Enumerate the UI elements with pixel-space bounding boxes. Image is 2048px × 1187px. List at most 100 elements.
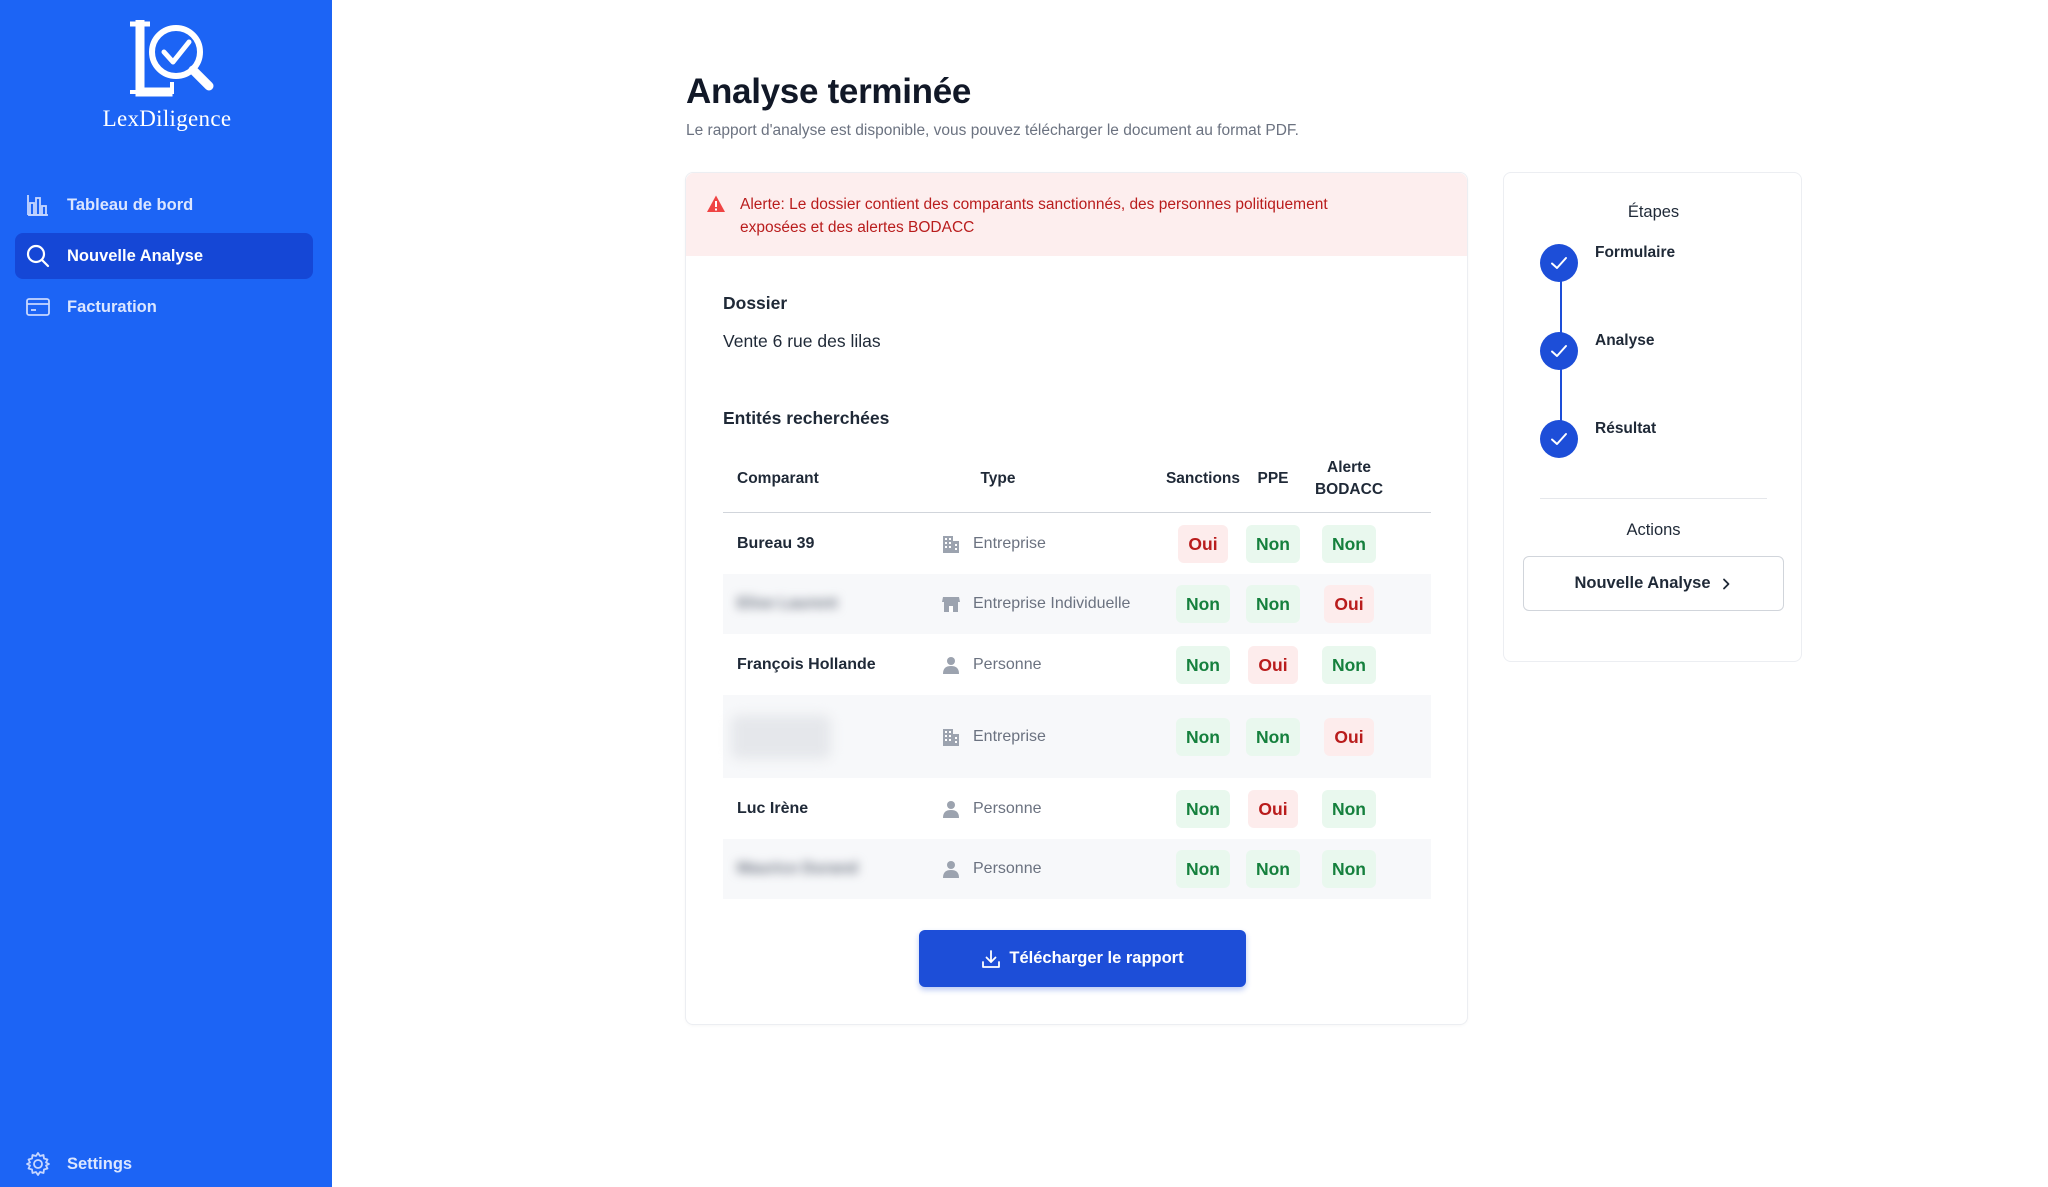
table-row: Maurice Durand Personne Non Non Non bbox=[723, 839, 1431, 899]
sanctions-cell: Non bbox=[1163, 778, 1243, 839]
result-card: Alerte: Le dossier contient des comparan… bbox=[685, 172, 1468, 1025]
status-badge: Non bbox=[1175, 789, 1231, 828]
ppe-cell: Non bbox=[1245, 839, 1301, 899]
sidebar-item-settings[interactable]: Settings bbox=[15, 1141, 313, 1187]
alert-cell: Oui bbox=[1307, 695, 1391, 778]
step-label: Analyse bbox=[1595, 332, 1655, 349]
alert-cell: Non bbox=[1307, 778, 1391, 839]
comparant-name: François Hollande bbox=[737, 655, 876, 673]
status-badge: Non bbox=[1245, 717, 1301, 756]
person-icon bbox=[943, 861, 959, 878]
status-badge: Non bbox=[1321, 645, 1377, 684]
comparant-name: Luc Irène bbox=[737, 799, 809, 817]
table-row: François Hollande Personne Non Oui Non bbox=[723, 634, 1431, 695]
table-row: Elise Laurent Entreprise Individuelle No… bbox=[723, 574, 1431, 634]
column-header-sanctions: Sanctions bbox=[1165, 470, 1241, 487]
step-formulaire: Formulaire bbox=[1540, 244, 1675, 282]
type-cell: Entreprise Individuelle bbox=[941, 574, 1130, 634]
sidebar-item-label: Tableau de bord bbox=[67, 195, 194, 214]
table-row: Bureau 39 Entreprise Oui Non Non bbox=[723, 513, 1431, 574]
type-cell: Personne bbox=[941, 634, 1042, 695]
credit-card-icon bbox=[26, 298, 50, 316]
type-cell: Personne bbox=[941, 778, 1042, 839]
alert-cell: Non bbox=[1307, 839, 1391, 899]
brand-name: LexDiligence bbox=[102, 106, 232, 131]
sanctions-cell: Non bbox=[1163, 574, 1243, 634]
status-badge: Oui bbox=[1178, 524, 1228, 563]
ppe-cell: Oui bbox=[1245, 634, 1301, 695]
dossier-value: Vente 6 rue des lilas bbox=[723, 331, 881, 351]
sidebar-item-label: Facturation bbox=[67, 297, 157, 316]
ppe-cell: Non bbox=[1245, 513, 1301, 574]
type-cell: Personne bbox=[941, 839, 1042, 899]
comparant-name: Bureau 39 bbox=[737, 534, 815, 552]
status-badge: Non bbox=[1321, 789, 1377, 828]
entities-table: Comparant Type Sanctions PPE Alerte BODAC… bbox=[723, 445, 1431, 899]
status-badge: Non bbox=[1175, 645, 1231, 684]
chart-icon bbox=[27, 195, 48, 216]
redacted-block bbox=[731, 714, 831, 759]
chevron-right-icon bbox=[1722, 578, 1729, 589]
table-header: Comparant Type Sanctions PPE Alerte BODAC… bbox=[723, 445, 1431, 513]
steps-panel: Étapes Formulaire Analyse Résultat Actio… bbox=[1503, 172, 1802, 662]
status-badge: Non bbox=[1175, 850, 1231, 888]
alert-cell: Oui bbox=[1307, 574, 1391, 634]
type-label: Personne bbox=[973, 655, 1042, 673]
entities-label: Entités recherchées bbox=[723, 408, 890, 428]
brand-logo[interactable]: LexDiligence bbox=[92, 20, 242, 132]
alert-cell: Non bbox=[1307, 513, 1391, 574]
sanctions-cell: Non bbox=[1163, 634, 1243, 695]
check-icon bbox=[1551, 345, 1567, 357]
type-label: Entreprise Individuelle bbox=[973, 595, 1131, 612]
page-subtitle: Le rapport d'analyse est disponible, vou… bbox=[686, 122, 1299, 139]
logo-icon bbox=[130, 20, 214, 97]
column-header-alert-line1: Alerte bbox=[1327, 459, 1371, 476]
check-icon bbox=[1551, 257, 1567, 269]
page-title: Analyse terminée bbox=[686, 72, 972, 111]
step-label: Résultat bbox=[1595, 420, 1657, 437]
alert-banner: Alerte: Le dossier contient des comparan… bbox=[686, 173, 1467, 256]
warning-icon bbox=[707, 195, 725, 212]
ppe-cell: Non bbox=[1245, 695, 1301, 778]
comparant-name-redacted bbox=[731, 695, 831, 778]
sidebar: LexDiligence Tableau de bord Nouvelle An… bbox=[0, 0, 332, 1187]
column-header-alerte-bodacc: Alerte BODACC bbox=[1307, 445, 1391, 513]
type-cell: Entreprise bbox=[941, 513, 1046, 574]
alert-cell: Non bbox=[1307, 634, 1391, 695]
download-report-label: Télécharger le rapport bbox=[1009, 949, 1184, 967]
status-badge: Oui bbox=[1248, 645, 1298, 684]
sanctions-cell: Non bbox=[1163, 839, 1243, 899]
sidebar-item-tableau-de-bord[interactable]: Tableau de bord bbox=[15, 182, 313, 228]
ppe-cell: Non bbox=[1245, 574, 1301, 634]
check-icon bbox=[1551, 433, 1567, 445]
column-header-type: Type bbox=[980, 470, 1016, 487]
column-header-ppe: PPE bbox=[1257, 470, 1289, 487]
gear-icon bbox=[26, 1152, 50, 1176]
comparant-name-redacted: Elise Laurent bbox=[737, 595, 838, 612]
step-label: Formulaire bbox=[1595, 244, 1676, 261]
alert-text: Alerte: Le dossier contient des comparan… bbox=[740, 196, 1328, 236]
status-badge: Non bbox=[1321, 524, 1377, 563]
actions-title: Actions bbox=[1626, 521, 1681, 539]
comparant-name-redacted: Maurice Durand bbox=[737, 860, 858, 877]
steps-title: Étapes bbox=[1627, 203, 1680, 221]
column-header-comparant: Comparant bbox=[737, 470, 819, 487]
building-icon bbox=[943, 535, 959, 553]
sidebar-item-facturation[interactable]: Facturation bbox=[15, 284, 313, 330]
person-icon bbox=[943, 656, 959, 674]
sidebar-item-label: Settings bbox=[67, 1154, 133, 1173]
table-row: Luc Irène Personne Non Oui Non bbox=[723, 778, 1431, 839]
sanctions-cell: Non bbox=[1163, 695, 1243, 778]
download-icon bbox=[982, 949, 1001, 968]
download-report-button[interactable]: Télécharger le rapport bbox=[919, 930, 1246, 987]
step-resultat: Résultat bbox=[1540, 420, 1656, 458]
step-check bbox=[1540, 420, 1578, 458]
sidebar-item-nouvelle-analyse[interactable]: Nouvelle Analyse bbox=[15, 233, 313, 279]
status-badge: Non bbox=[1245, 524, 1301, 563]
store-icon bbox=[942, 597, 960, 612]
status-badge: Oui bbox=[1248, 789, 1298, 828]
sanctions-cell: Oui bbox=[1163, 513, 1243, 574]
status-badge: Non bbox=[1321, 850, 1377, 888]
new-analysis-button[interactable]: Nouvelle Analyse bbox=[1523, 556, 1784, 611]
step-check bbox=[1540, 332, 1578, 370]
